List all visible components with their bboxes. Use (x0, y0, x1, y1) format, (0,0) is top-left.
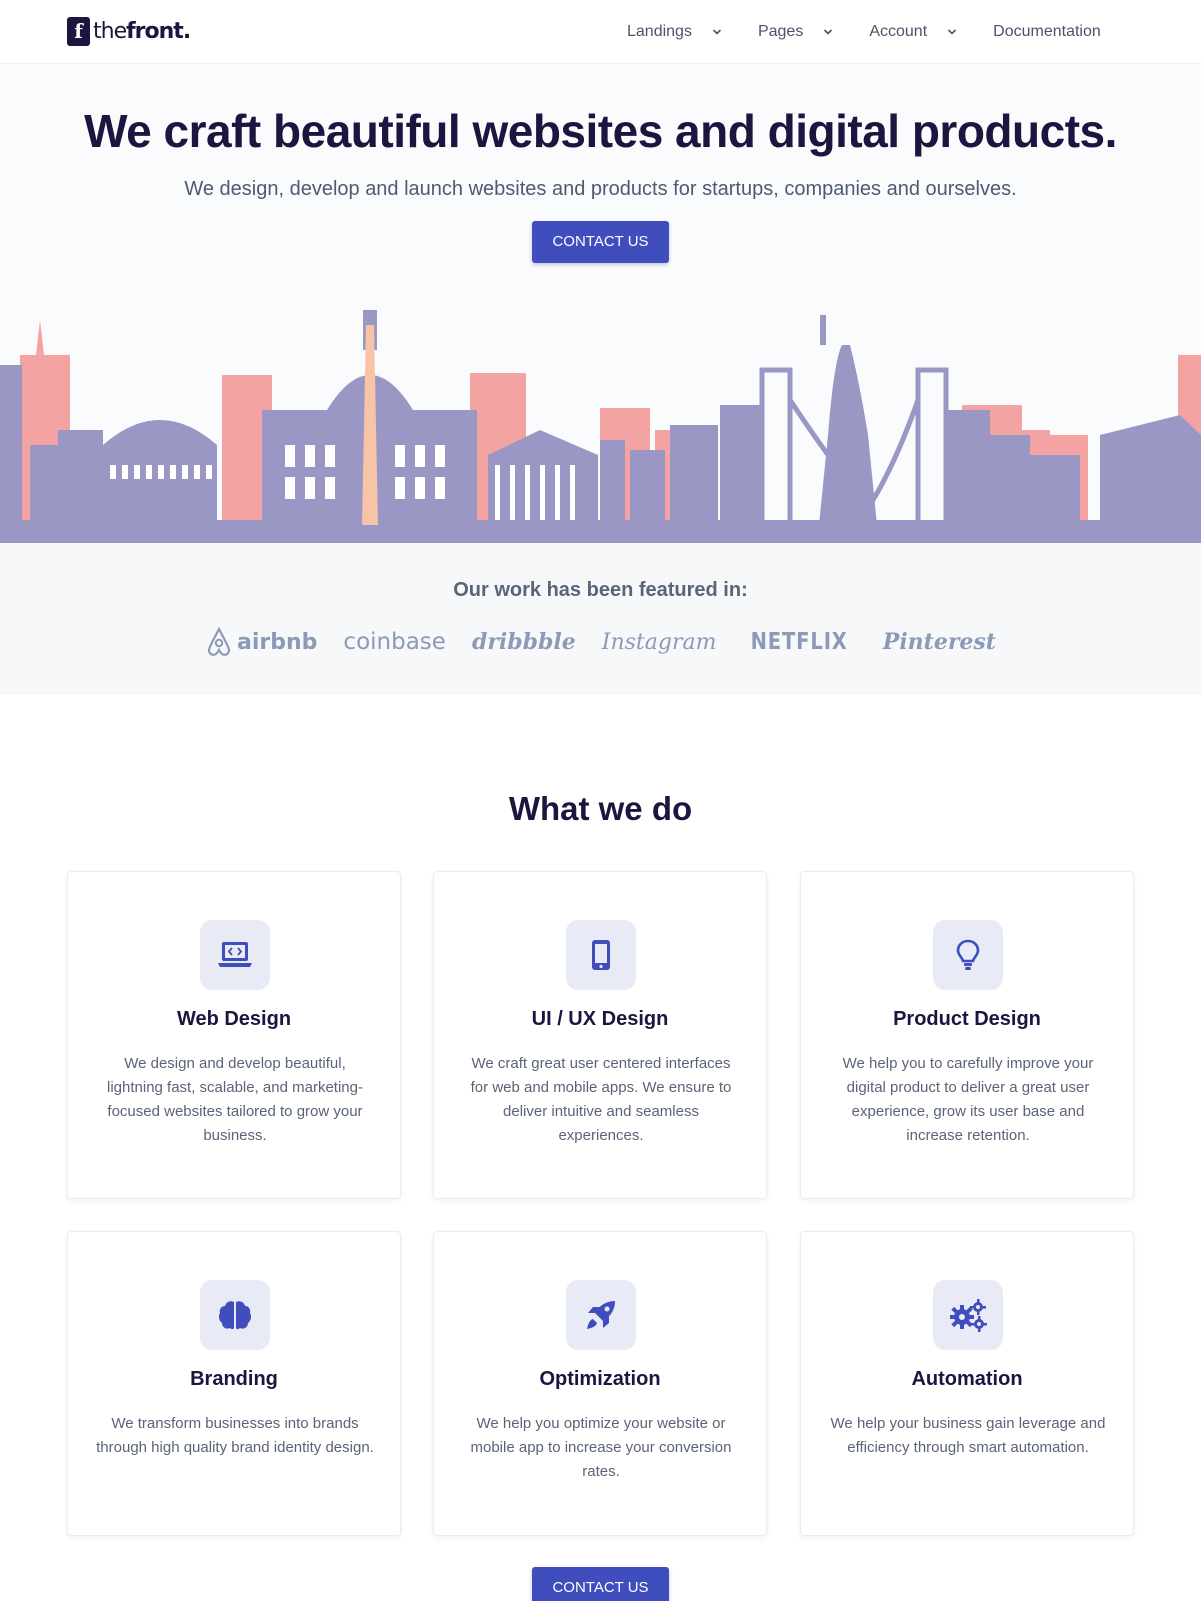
logo-mark-icon: f (67, 16, 90, 46)
service-title: Branding (190, 1368, 278, 1390)
cogs-icon (950, 1299, 987, 1332)
chevron-down-icon (712, 29, 722, 35)
hero-title: We craft beautiful websites and digital … (84, 105, 1117, 157)
service-description: We design and develop beautiful, lightni… (107, 1055, 363, 1144)
mobile-icon (592, 940, 610, 970)
contact-us-button-bottom[interactable]: CONTACT US (532, 1567, 669, 1601)
service-card-optimization[interactable]: Optimization We help you optimize your w… (433, 1231, 767, 1536)
chevron-down-icon (824, 29, 833, 35)
instagram-logo: Instagram (601, 629, 717, 655)
nav-item-account[interactable]: Account (869, 23, 957, 41)
service-title: UI / UX Design (531, 1008, 669, 1030)
service-description: We transform businesses into brands thro… (96, 1415, 374, 1456)
site-header: f thefront. Landings Pages Account Docum… (0, 0, 1201, 64)
hero-subtitle: We design, develop and launch websites a… (184, 178, 1017, 200)
chevron-down-icon (948, 29, 957, 35)
service-icon-box (566, 1280, 636, 1350)
city-skyline-illustration (0, 310, 1201, 543)
nav-item-pages[interactable]: Pages (758, 23, 833, 41)
nav-item-documentation[interactable]: Documentation (993, 23, 1101, 41)
service-icon-box (200, 1280, 270, 1350)
nav-item-label: Account (869, 23, 928, 40)
airbnb-icon (207, 627, 231, 656)
service-icon-box (933, 1280, 1003, 1350)
nav-item-label: Pages (757, 23, 804, 40)
lightbulb-icon (956, 939, 980, 970)
service-card-web-design[interactable]: Web Design We design and develop beautif… (67, 871, 401, 1199)
service-icon-box (200, 920, 270, 990)
pinterest-logo: Pinterest (882, 629, 996, 655)
service-icon-box (566, 920, 636, 990)
contact-us-button[interactable]: CONTACT US (532, 221, 669, 263)
airbnb-logo: airbnb (205, 627, 317, 657)
service-title: Product Design (893, 1008, 1041, 1030)
nav-item-label: Documentation (993, 23, 1101, 40)
brand-logos: airbnb coinbase dribbble Instagram NETFL… (0, 627, 1201, 657)
section-title: What we do (508, 790, 693, 827)
nav-item-label: Landings (627, 23, 692, 40)
service-description: We help you optimize your website or mob… (470, 1415, 732, 1480)
service-icon-box (933, 920, 1003, 990)
service-description: We help you to carefully improve your di… (842, 1055, 1094, 1144)
brain-icon (218, 1301, 252, 1330)
coinbase-logo: coinbase (343, 629, 446, 655)
featured-title: Our work has been featured in: (453, 579, 748, 601)
service-card-automation[interactable]: Automation We help your business gain le… (800, 1231, 1134, 1536)
dribbble-logo: dribbble (471, 629, 576, 655)
logo-wordmark: thefront. (93, 18, 191, 44)
featured-in-section: Our work has been featured in: airbnb co… (0, 543, 1201, 695)
rocket-icon (587, 1301, 615, 1329)
main-nav: Landings Pages Account Documentation (627, 0, 1101, 64)
netflix-logo: NETFLIX (751, 629, 849, 655)
laptop-code-icon (218, 942, 252, 967)
service-title: Automation (911, 1368, 1023, 1390)
nav-item-landings[interactable]: Landings (627, 23, 722, 41)
service-card-ui-ux-design[interactable]: UI / UX Design We craft great user cente… (433, 871, 767, 1199)
service-title: Web Design (176, 1008, 292, 1030)
service-description: We craft great user centered interfaces … (470, 1055, 732, 1144)
service-title: Optimization (539, 1368, 661, 1390)
service-card-branding[interactable]: Branding We transform businesses into br… (67, 1231, 401, 1536)
logo[interactable]: f thefront. (67, 16, 191, 46)
service-description: We help your business gain leverage and … (830, 1415, 1106, 1456)
service-card-product-design[interactable]: Product Design We help you to carefully … (800, 871, 1134, 1199)
